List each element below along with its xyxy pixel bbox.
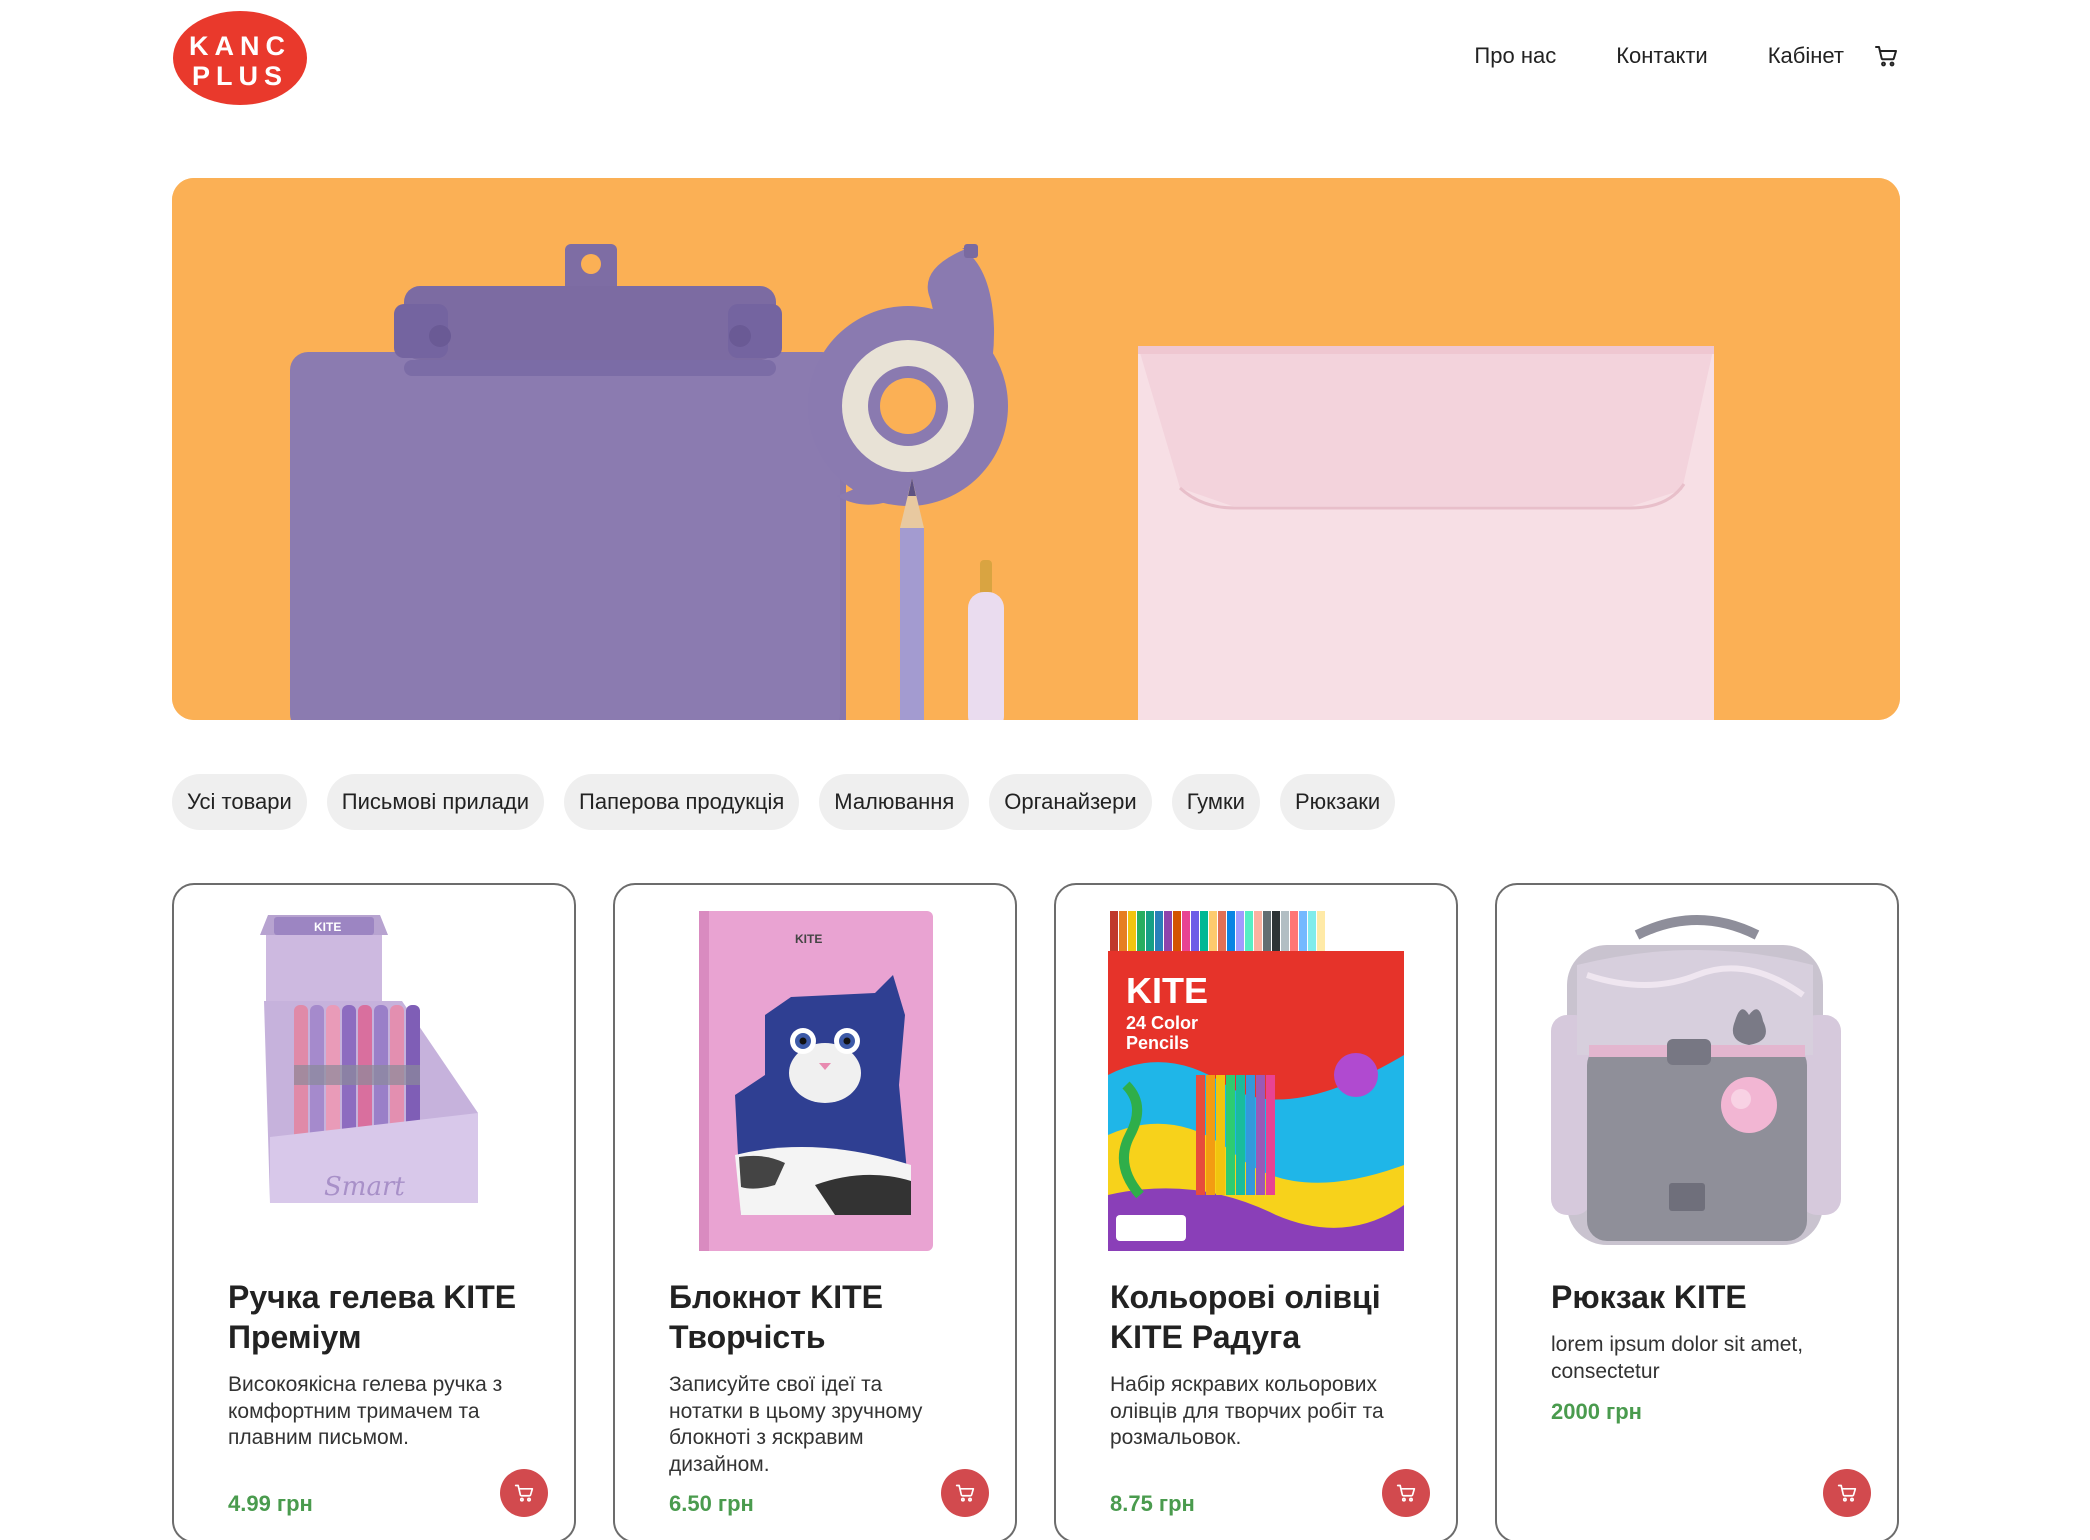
product-image-pens: KITE Smart bbox=[260, 915, 478, 1203]
category-all[interactable]: Усі товари bbox=[172, 774, 307, 830]
category-backpacks[interactable]: Рюкзаки bbox=[1279, 774, 1396, 830]
cart-icon bbox=[514, 1484, 534, 1502]
nav-contacts[interactable]: Контакти bbox=[1616, 43, 1708, 69]
add-to-cart-button[interactable] bbox=[1382, 1469, 1430, 1517]
image-brand: KITE bbox=[1126, 970, 1208, 1011]
nav-about[interactable]: Про нас bbox=[1474, 43, 1556, 69]
image-brand: KITE bbox=[314, 920, 341, 934]
cart-icon bbox=[1396, 1484, 1416, 1502]
product-title[interactable]: Блокнот KITE Творчість bbox=[669, 1277, 999, 1357]
category-writing[interactable]: Письмові прилади bbox=[326, 774, 545, 830]
logo-line2: PLUS bbox=[192, 61, 288, 91]
product-price: 4.99 грн bbox=[228, 1491, 313, 1516]
product-title[interactable]: Ручка гелева KITE Преміум bbox=[228, 1277, 558, 1357]
svg-text:Smart: Smart bbox=[324, 1172, 405, 1202]
cart-icon bbox=[1875, 46, 1897, 67]
category-filters: Усі товари Письмові прилади Паперова про… bbox=[172, 774, 1396, 830]
category-organizers[interactable]: Органайзери bbox=[989, 774, 1152, 830]
add-to-cart-button[interactable] bbox=[1823, 1469, 1871, 1517]
image-line2: Pencils bbox=[1126, 1033, 1189, 1053]
product-description: Набір яскравих кольорових олівців для тв… bbox=[1110, 1373, 1384, 1449]
product-price: 6.50 грн bbox=[669, 1491, 754, 1516]
site-header: KANC PLUS Про нас Контакти Кабінет bbox=[0, 0, 2090, 120]
product-description: Записуйте свої ідеї та нотатки в цьому з… bbox=[669, 1373, 923, 1476]
product-image-backpack bbox=[1551, 915, 1841, 1245]
cart-icon bbox=[955, 1484, 975, 1502]
category-paper[interactable]: Паперова продукція bbox=[564, 774, 800, 830]
main-nav: Про нас Контакти Кабінет bbox=[1414, 42, 1900, 70]
product-title[interactable]: Рюкзак KITE bbox=[1551, 1277, 1881, 1317]
product-description: lorem ipsum dolor sit amet, consectetur bbox=[1551, 1333, 1804, 1383]
product-price: 2000 грн bbox=[1551, 1399, 1642, 1424]
product-image-pencils: KITE 24 Color Pencils bbox=[1108, 911, 1404, 1251]
product-description: Високоякісна гелева ручка з комфортним т… bbox=[228, 1373, 503, 1449]
logo-line1: KANC bbox=[189, 31, 291, 61]
pencil-illustration bbox=[900, 478, 924, 720]
product-card[interactable]: KITE Smart Ручка гелева KITE Преміум Вис… bbox=[172, 883, 576, 1540]
image-brand: KITE bbox=[795, 932, 822, 946]
category-erasers[interactable]: Гумки bbox=[1171, 774, 1260, 830]
product-title[interactable]: Кольорові олівці KITE Радуга bbox=[1110, 1277, 1440, 1357]
product-card[interactable]: KITE Блокнот KITE Творчість Записуйте св… bbox=[613, 883, 1017, 1540]
image-line1: 24 Color bbox=[1126, 1013, 1198, 1033]
hero-image bbox=[172, 178, 1900, 720]
envelope-illustration bbox=[1138, 346, 1714, 720]
nav-cabinet[interactable]: Кабінет bbox=[1768, 43, 1844, 69]
logo[interactable]: KANC PLUS bbox=[172, 10, 308, 106]
add-to-cart-button[interactable] bbox=[500, 1469, 548, 1517]
nav-cart-button[interactable] bbox=[1872, 42, 1900, 70]
product-image-notebook: KITE bbox=[699, 911, 933, 1251]
hero-banner bbox=[172, 178, 1900, 720]
product-price: 8.75 грн bbox=[1110, 1491, 1195, 1516]
product-card[interactable]: Рюкзак KITE lorem ipsum dolor sit amet, … bbox=[1495, 883, 1899, 1540]
category-drawing[interactable]: Малювання bbox=[819, 774, 970, 830]
add-to-cart-button[interactable] bbox=[941, 1469, 989, 1517]
product-grid: KITE Smart Ручка гелева KITE Преміум Вис… bbox=[172, 883, 1900, 1540]
product-card[interactable]: KITE 24 Color Pencils Кольорові олівці K… bbox=[1054, 883, 1458, 1540]
cart-icon bbox=[1837, 1484, 1857, 1502]
